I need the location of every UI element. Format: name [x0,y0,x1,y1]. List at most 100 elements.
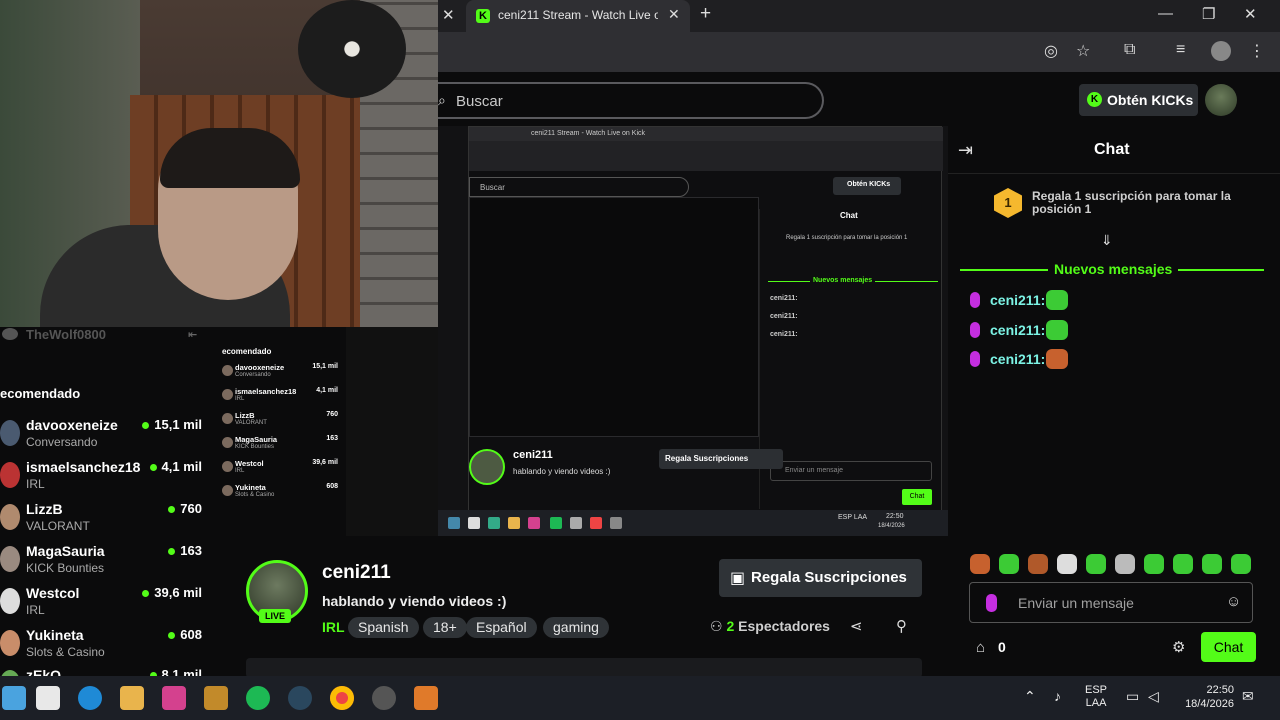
media-controls-icon[interactable]: ≡ [1176,41,1185,59]
restore-window-button[interactable]: ❐ [1202,5,1215,23]
sub-rank-badge-icon: 1 [994,188,1022,218]
mic-badge-icon [970,292,980,308]
close-tab-icon[interactable]: ✕ [442,6,455,24]
new-tab-icon[interactable]: + [700,3,711,25]
volume-icon[interactable]: ◁ [1148,688,1159,705]
app-icon[interactable] [204,686,228,710]
emote-icon[interactable] [1115,554,1135,574]
stream-tag[interactable]: 18+ [423,617,467,638]
expand-arrow-icon[interactable]: ⇓ [1101,232,1113,249]
channel-viewers: 608 [168,627,202,642]
sidebar-top-user[interactable]: TheWolf0800 ⇤ [0,327,220,343]
windows-start-icon[interactable] [2,686,26,710]
emote-icon [1046,320,1068,340]
minimize-window-button[interactable]: — [1158,5,1173,22]
webcam-vinyl-record [298,0,406,98]
sidebar-channel-westcol[interactable]: Westcol IRL 39,6 mil [0,581,220,623]
chat-username[interactable]: ceni211: [990,322,1045,338]
streamer-name[interactable]: ceni211 [322,562,391,584]
search-input[interactable]: ⌕ Buscar [438,82,824,119]
nested-kicks-button: Obtén KICKs [833,177,901,195]
clock-date: 18/4/2026 [1185,698,1234,710]
app-icon[interactable] [414,686,438,710]
extensions-icon[interactable]: ⧉ [1124,41,1135,59]
channel-name: LizzB [26,501,63,517]
lang-line-1: ESP [1085,684,1108,696]
stream-about-panel [246,658,922,678]
bookmark-star-icon[interactable]: ☆ [1076,41,1090,61]
share-icon[interactable]: ⋖ [850,617,863,635]
file-explorer-icon[interactable] [120,686,144,710]
get-kicks-button[interactable]: K Obtén KICKs [1079,84,1198,116]
channel-category: VALORANT [26,519,90,533]
channel-name: ismaelsanchez18 [26,459,141,475]
gift-subscriptions-button[interactable]: ▣ Regala Suscripciones [719,559,922,597]
store-app-icon[interactable] [36,686,60,710]
channel-name: MagaSauria [26,543,105,559]
new-messages-label: Nuevos mensajes [1048,261,1179,277]
instagram-icon[interactable] [162,686,186,710]
obs-icon[interactable] [372,686,396,710]
close-window-button[interactable]: ✕ [1244,5,1257,23]
gear-icon[interactable]: ⚙ [1172,638,1185,656]
input-language[interactable]: ESP LAA [1085,684,1107,710]
emote-icon[interactable] [1057,554,1077,574]
emoji-picker-icon[interactable]: ☺ [1226,593,1241,610]
chat-input-placeholder: Enviar un mensaje [1018,595,1134,611]
emote-icon[interactable] [1144,554,1164,574]
nested-channel-viewers: 760 [326,411,338,418]
emote-icon[interactable] [1086,554,1106,574]
collapse-chat-icon[interactable]: ⇥ [958,140,973,161]
system-clock[interactable]: 22:50 18/4/2026 [1178,683,1234,711]
sidebar-channel-davooxeneize[interactable]: davooxeneize Conversando 15,1 mil [0,413,220,455]
user-avatar[interactable] [1205,84,1237,116]
emote-icon[interactable] [999,554,1019,574]
close-tab-icon[interactable]: ✕ [668,6,680,23]
eye-slash-icon[interactable]: ◎ [1044,41,1058,61]
emote-icon[interactable] [1028,554,1048,574]
microphone-icon[interactable]: ♪ [1054,688,1061,704]
emote-icon[interactable] [1173,554,1193,574]
channel-category: KICK Bounties [26,561,105,575]
sidebar-channel-magasauria[interactable]: MagaSauria KICK Bounties 163 [0,539,220,581]
stream-tag[interactable]: Español [466,617,537,638]
stream-tag[interactable]: gaming [543,617,609,638]
sidebar-channel-yukineta[interactable]: Yukineta Slots & Casino 608 [0,623,220,665]
steam-icon[interactable] [288,686,312,710]
viewers-icon: ⚇ [710,618,723,634]
channel-name: Westcol [26,585,80,601]
channel-viewers: 15,1 mil [142,417,202,432]
nested-gift-button: Regala Suscripciones [659,449,783,469]
emote-icon[interactable] [1202,554,1222,574]
stream-category[interactable]: IRL [322,619,345,635]
nested-chat: Chat Regala 1 suscripción para tomar la … [759,209,943,509]
spotify-icon[interactable] [246,686,270,710]
mic-badge-icon [970,351,980,367]
emote-icon[interactable] [1231,554,1251,574]
viewer-number: 2 [726,618,735,634]
nested-tab-bar: ceni211 Stream - Watch Live on Kick [469,127,943,141]
nested-channel-name: LizzB [235,411,255,420]
chat-username[interactable]: ceni211: [990,351,1045,367]
edge-browser-icon[interactable] [78,686,102,710]
sidebar-channel-lizzb[interactable]: LizzB VALORANT 760 [0,497,220,539]
store-icon[interactable]: ⌂ [976,639,985,656]
show-hidden-icons-icon[interactable]: ⌃ [1024,688,1036,705]
nested-toolbar [469,141,943,171]
browser-tab-active[interactable]: K ceni211 Stream - Watch Live on Kick ✕ [466,0,690,32]
sidebar-channel-ismaelsanchez18[interactable]: ismaelsanchez18 IRL 4,1 mil [0,455,220,497]
chat-username[interactable]: ceni211: [990,292,1045,308]
gift-sub-prompt[interactable]: Regala 1 suscripción para tomar la posic… [1032,190,1252,216]
network-icon[interactable]: ▭ [1126,688,1139,705]
emote-icon[interactable] [970,554,990,574]
follow-user-icon[interactable]: ⚲ [896,617,907,635]
chat-message-input[interactable]: Enviar un mensaje ☺ [969,582,1253,623]
send-chat-button[interactable]: Chat [1201,632,1256,662]
collapse-icon[interactable]: ⇤ [188,328,197,341]
stream-tag[interactable]: Spanish [348,617,419,638]
notifications-icon[interactable]: ✉ [1242,688,1254,705]
stream-title: hablando y viendo videos :) [322,593,507,609]
chrome-icon[interactable] [330,686,354,710]
profile-avatar-icon[interactable] [1211,41,1231,61]
menu-icon[interactable]: ⋮ [1249,41,1265,61]
